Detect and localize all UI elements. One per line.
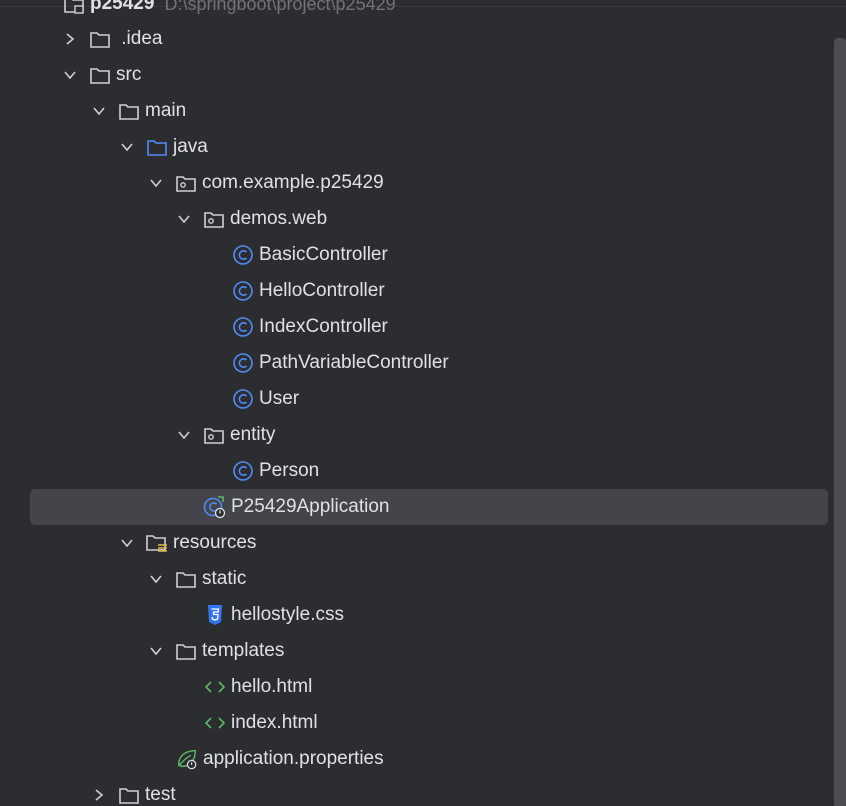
project-tree: p25429 D:\springboot\project\p25429 .ide… [0, 0, 846, 806]
tree-row-resources[interactable]: resources [0, 525, 828, 561]
package-icon [202, 423, 226, 447]
resources-label: resources [173, 532, 257, 553]
tree-row-project-root[interactable]: p25429 D:\springboot\project\p25429 [0, 0, 828, 22]
hello-controller-label: HelloController [259, 280, 385, 301]
folder-icon [88, 63, 112, 87]
tree-row-static[interactable]: static [0, 561, 828, 597]
tree-row-path-variable-controller[interactable]: PathVariableController [0, 345, 828, 381]
static-label: static [202, 568, 247, 589]
source-folder-icon [145, 135, 169, 159]
index-controller-label: IndexController [259, 316, 388, 337]
resources-folder-icon [145, 531, 169, 555]
chevron-down-icon[interactable] [174, 209, 194, 229]
tree-row-entity[interactable]: entity [0, 417, 828, 453]
css-file-icon [203, 603, 227, 627]
test-label: test [145, 784, 176, 805]
spring-properties-icon [175, 747, 199, 771]
folder-icon [88, 27, 112, 51]
tree-row-templates[interactable]: templates [0, 633, 828, 669]
folder-icon [174, 639, 198, 663]
entity-label: entity [230, 424, 276, 445]
chevron-down-icon[interactable] [146, 569, 166, 589]
main-label: main [145, 100, 187, 121]
idea-label: .idea [116, 28, 163, 49]
chevron-down-icon[interactable] [89, 101, 109, 121]
vertical-scrollbar[interactable] [834, 38, 846, 806]
project-root-path: D:\springboot\project\p25429 [164, 0, 396, 14]
class-icon [231, 243, 255, 267]
folder-icon [117, 783, 141, 806]
tree-row-package-root[interactable]: com.example.p25429 [0, 165, 828, 201]
tree-row-basic-controller[interactable]: BasicController [0, 237, 828, 273]
tree-row-person[interactable]: Person [0, 453, 828, 489]
tree-row-src[interactable]: src [0, 57, 828, 93]
tree-row-main[interactable]: main [0, 93, 828, 129]
demos-web-label: demos.web [230, 208, 328, 229]
chevron-right-icon[interactable] [60, 29, 80, 49]
path-variable-controller-label: PathVariableController [259, 352, 449, 373]
tree-row-user[interactable]: User [0, 381, 828, 417]
tree-row-index-controller[interactable]: IndexController [0, 309, 828, 345]
hellostyle-css-label: hellostyle.css [231, 604, 344, 625]
chevron-down-icon[interactable] [174, 425, 194, 445]
package-icon [174, 171, 198, 195]
index-html-label: index.html [231, 712, 318, 733]
templates-label: templates [202, 640, 285, 661]
basic-controller-label: BasicController [259, 244, 388, 265]
class-icon [231, 387, 255, 411]
module-folder-icon [62, 0, 86, 16]
spring-boot-application-icon [203, 495, 227, 519]
package-label: com.example.p25429 [202, 172, 384, 193]
application-class-label: P25429Application [231, 496, 390, 517]
tree-row-idea[interactable]: .idea [0, 21, 828, 57]
tree-row-demos-web[interactable]: demos.web [0, 201, 828, 237]
tree-row-application-properties[interactable]: application.properties [0, 741, 828, 777]
chevron-down-icon[interactable] [146, 641, 166, 661]
html-file-icon [203, 711, 227, 735]
chevron-down-icon[interactable] [60, 65, 80, 85]
person-label: Person [259, 460, 320, 481]
class-icon [231, 279, 255, 303]
folder-icon [174, 567, 198, 591]
folder-icon [117, 99, 141, 123]
project-root-label: p25429 [90, 0, 155, 14]
tree-row-hello-controller[interactable]: HelloController [0, 273, 828, 309]
class-icon [231, 459, 255, 483]
chevron-down-icon[interactable] [146, 173, 166, 193]
html-file-icon [203, 675, 227, 699]
user-label: User [259, 388, 300, 409]
class-icon [231, 351, 255, 375]
chevron-down-icon[interactable] [117, 533, 137, 553]
tree-row-test[interactable]: test [0, 777, 828, 806]
hello-html-label: hello.html [231, 676, 313, 697]
chevron-right-icon[interactable] [89, 785, 109, 805]
src-label: src [116, 64, 142, 85]
tree-row-hellostyle-css[interactable]: hellostyle.css [0, 597, 828, 633]
tree-row-hello-html[interactable]: hello.html [0, 669, 828, 705]
application-properties-label: application.properties [203, 748, 384, 769]
tree-row-application-class[interactable]: P25429Application [30, 489, 828, 525]
tree-row-java[interactable]: java [0, 129, 828, 165]
class-icon [231, 315, 255, 339]
chevron-down-icon[interactable] [117, 137, 137, 157]
tree-row-index-html[interactable]: index.html [0, 705, 828, 741]
java-label: java [173, 136, 208, 157]
package-icon [202, 207, 226, 231]
